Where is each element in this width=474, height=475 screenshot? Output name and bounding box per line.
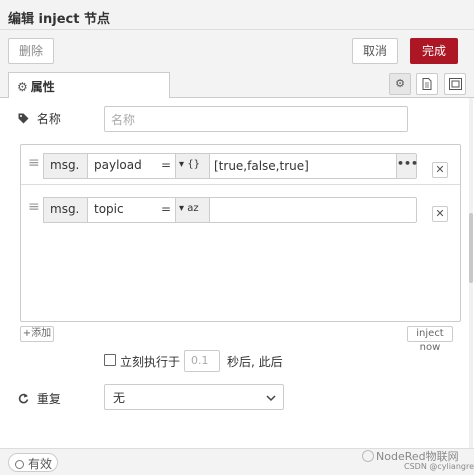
tab-properties[interactable]: ⚙ 属性 <box>8 72 170 99</box>
inject-now-button[interactable]: inject now <box>407 326 453 353</box>
drag-handle-icon[interactable]: ≡ <box>28 200 40 214</box>
repeat-select-value: 无 <box>113 391 126 405</box>
repeat-label-text: 重复 <box>36 392 61 406</box>
tab-settings-gear-icon[interactable]: ⚙ <box>389 73 411 95</box>
name-input[interactable]: 名称 <box>104 106 408 132</box>
repeat-select[interactable]: 无 <box>104 384 284 410</box>
name-label-text: 名称 <box>36 112 61 126</box>
msg-prefix: msg. <box>43 153 87 179</box>
msg-prefix: msg. <box>43 197 87 223</box>
dialog-toolbar: 删除 取消 完成 <box>0 30 474 70</box>
expand-editor-button[interactable]: ••• <box>396 154 418 178</box>
panel-scrollbar[interactable] <box>469 98 473 448</box>
status-label: 有效 <box>28 457 53 471</box>
scrollbar-thumb[interactable] <box>469 213 473 283</box>
remove-property-button[interactable]: ✕ <box>432 206 448 222</box>
string-type-icon: az <box>187 203 199 214</box>
delete-button[interactable]: 删除 <box>8 38 54 64</box>
property-list: ≡ msg. payload = ▾ {} [true,false,true] … <box>20 144 461 322</box>
circle-icon <box>15 460 24 469</box>
after-label: 秒后, 此后 <box>227 355 283 369</box>
tab-appearance-frame-icon[interactable] <box>444 73 466 95</box>
property-value-input[interactable]: ▾ az <box>175 197 417 223</box>
dialog-title: 编辑 inject 节点 <box>8 12 110 27</box>
add-property-button[interactable]: +添加 <box>20 326 54 342</box>
tag-icon <box>18 112 33 126</box>
chevron-down-icon <box>266 389 276 406</box>
property-row: ≡ msg. payload = ▾ {} [true,false,true] … <box>21 145 460 185</box>
done-button[interactable]: 完成 <box>410 38 458 64</box>
property-value-text: [true,false,true] <box>214 159 309 173</box>
tab-description-document-icon[interactable] <box>416 73 438 95</box>
wechat-logo-icon <box>362 450 374 462</box>
repeat-label: 重复 <box>18 390 61 407</box>
remove-property-button[interactable]: ✕ <box>432 162 448 178</box>
type-select[interactable]: ▾ az <box>176 198 210 222</box>
property-value-input[interactable]: ▾ {} [true,false,true] ••• <box>175 153 418 179</box>
type-select[interactable]: ▾ {} <box>176 154 210 178</box>
delay-input[interactable]: 0.1 <box>184 350 220 372</box>
cancel-button[interactable]: 取消 <box>352 38 398 64</box>
tab-properties-label: 属性 <box>30 80 55 94</box>
gear-icon: ⚙ <box>17 80 28 94</box>
property-row: ≡ msg. topic = ▾ az ✕ <box>21 189 460 229</box>
drag-handle-icon[interactable]: ≡ <box>28 156 40 170</box>
repeat-icon <box>18 392 33 406</box>
watermark-credit: CSDN @cyliangren <box>404 462 474 471</box>
equals-sign: = <box>161 158 172 172</box>
json-type-icon: {} <box>187 159 200 170</box>
dialog-header: 编辑 inject 节点 <box>0 0 474 30</box>
name-label: 名称 <box>18 110 61 127</box>
inject-once-label: 立刻执行于 <box>120 355 181 369</box>
equals-sign: = <box>161 202 172 216</box>
node-enabled-toggle[interactable]: 有效 <box>8 453 58 472</box>
tab-bar: ⚙ 属性 ⚙ <box>0 70 474 99</box>
inject-once-checkbox[interactable] <box>104 354 116 366</box>
